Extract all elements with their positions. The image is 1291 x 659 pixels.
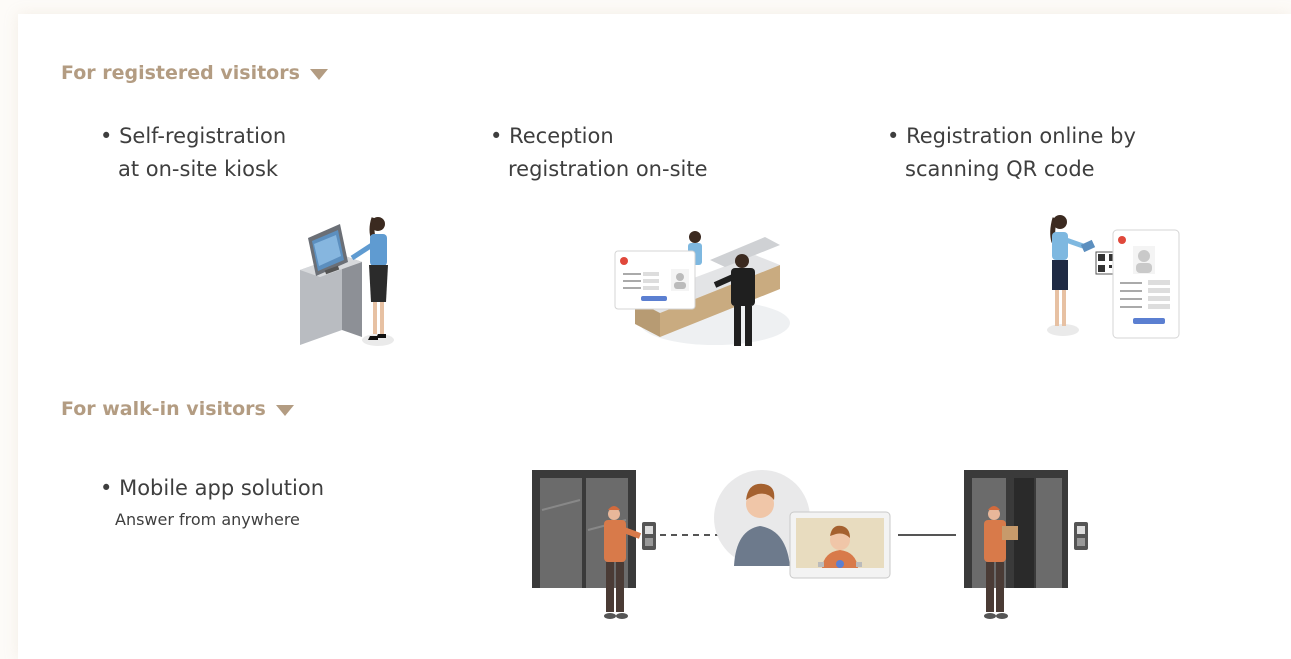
walkin-option-note: Answer from anywhere: [115, 510, 300, 529]
registration-option-kiosk: • Self-registration at on-site kiosk: [100, 120, 286, 186]
bullet: •: [100, 476, 113, 500]
option-line2: scanning QR code: [905, 157, 1095, 181]
option-line1: Self-registration: [119, 124, 287, 148]
option-line1: Reception: [509, 124, 614, 148]
door-intercom-illustration: [964, 470, 1088, 619]
door-intercom-illustration: [532, 470, 656, 619]
bullet: •: [887, 124, 900, 148]
registration-option-reception: • Reception registration on-site: [490, 120, 708, 186]
option-line2: registration on-site: [508, 157, 708, 181]
option-line2: at on-site kiosk: [118, 157, 279, 181]
option-line1: Mobile app solution: [119, 476, 325, 500]
video-monitor-illustration: [789, 511, 891, 579]
walkin-option-mobile-app: • Mobile app solution: [100, 472, 324, 505]
section-title-registered: For registered visitors: [61, 62, 328, 84]
section-title-text: For registered visitors: [61, 62, 300, 84]
down-triangle-icon: [309, 68, 328, 80]
section-title-walkin: For walk-in visitors: [61, 398, 294, 420]
solid-connector: [898, 534, 956, 536]
reception-desk-illustration: [614, 231, 790, 346]
dashed-connector: [660, 534, 720, 536]
bullet: •: [100, 124, 113, 148]
bullet: •: [490, 124, 503, 148]
registration-option-qr: • Registration online by scanning QR cod…: [887, 120, 1136, 186]
option-line1: Registration online by: [906, 124, 1136, 148]
qr-code-illustration: [1047, 215, 1180, 339]
down-triangle-icon: [275, 404, 294, 416]
section-title-text: For walk-in visitors: [61, 398, 266, 420]
kiosk-illustration: [300, 217, 394, 346]
